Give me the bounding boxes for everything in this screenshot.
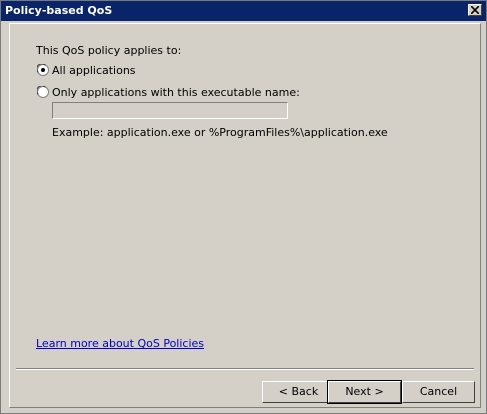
example-text: Example: application.exe or %ProgramFile… (52, 126, 388, 139)
footer-separator-highlight (16, 369, 474, 370)
next-button[interactable]: Next > (327, 380, 402, 404)
learn-more-link[interactable]: Learn more about QoS Policies (36, 337, 204, 350)
cancel-button[interactable]: Cancel (402, 381, 475, 403)
close-button[interactable] (468, 4, 482, 16)
window-title: Policy-based QoS (5, 4, 113, 17)
radio-all-applications[interactable] (37, 64, 49, 76)
radio-selected-dot (41, 68, 45, 72)
dialog-window: Policy-based QoS This QoS policy applies… (0, 0, 487, 414)
back-button[interactable]: < Back (262, 381, 335, 403)
executable-name-input[interactable] (52, 102, 288, 119)
policy-heading: This QoS policy applies to: (36, 44, 182, 57)
close-icon (471, 6, 479, 14)
title-bar[interactable]: Policy-based QoS (1, 1, 486, 21)
dialog-content: This QoS policy applies to: All applicat… (9, 23, 481, 408)
option-exe-label[interactable]: Only applications with this executable n… (52, 86, 300, 99)
option-all-label[interactable]: All applications (52, 64, 136, 77)
radio-executable-name[interactable] (37, 86, 49, 98)
